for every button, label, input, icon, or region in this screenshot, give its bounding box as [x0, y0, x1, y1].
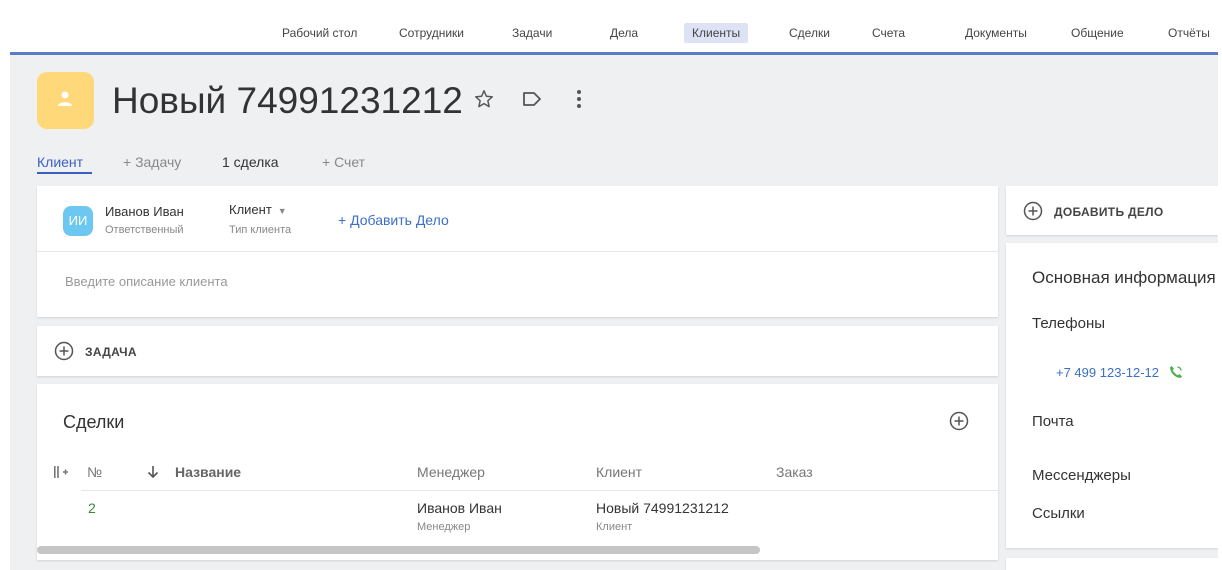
tab-add-task[interactable]: + Задачу [123, 153, 181, 171]
divider [81, 490, 998, 491]
links-label: Ссылки [1032, 505, 1085, 522]
active-tab-indicator [37, 172, 92, 174]
horizontal-scrollbar[interactable] [37, 546, 760, 554]
responsible-name[interactable]: Иванов Иван [105, 204, 184, 219]
nav-item-cases[interactable]: Дела [610, 25, 638, 41]
column-settings-icon[interactable] [53, 465, 69, 479]
main-info-title: Основная информация [1032, 268, 1216, 287]
deal-manager-label: Менеджер [417, 521, 471, 533]
nav-item-deals[interactable]: Сделки [789, 25, 830, 41]
nav-item-employees[interactable]: Сотрудники [399, 25, 464, 41]
sort-arrow-down-icon[interactable] [147, 465, 159, 479]
client-description-input[interactable]: Введите описание клиента [65, 274, 228, 289]
nav-item-desktop[interactable]: Рабочий стол [282, 25, 357, 41]
nav-item-reports[interactable]: Отчёты [1168, 25, 1210, 41]
nav-item-tasks[interactable]: Задачи [512, 25, 552, 41]
phones-label: Телефоны [1032, 315, 1106, 332]
task-card[interactable]: ЗАДАЧА [37, 326, 998, 376]
main-info-card: Основная информация Телефоны +7 499 123-… [1006, 243, 1218, 548]
column-header-manager[interactable]: Менеджер [417, 464, 485, 480]
email-label: Почта [1032, 413, 1074, 430]
sidebar-card [1006, 558, 1218, 570]
divider [37, 251, 998, 252]
deal-number[interactable]: 2 [88, 500, 96, 516]
nav-item-clients[interactable]: Клиенты [684, 23, 749, 43]
tab-add-invoice[interactable]: + Счет [322, 153, 365, 171]
more-vert-icon[interactable] [575, 88, 583, 110]
tab-deals[interactable]: 1 сделка [222, 153, 279, 171]
column-header-name[interactable]: Название [175, 464, 241, 480]
nav-item-communication[interactable]: Общение [1071, 25, 1124, 41]
add-task-button[interactable]: ЗАДАЧА [85, 345, 137, 359]
client-header: Новый 74991231212 [10, 58, 1218, 183]
nav-item-invoices[interactable]: Счета [872, 25, 905, 41]
top-navigation: Рабочий стол Сотрудники Задачи Дела Клие… [10, 10, 1218, 55]
add-circle-icon [1023, 201, 1043, 221]
deals-card: Сделки № Название Менеджер Клиент Заказ … [37, 384, 998, 560]
phone-call-icon[interactable] [1168, 364, 1184, 380]
deal-manager[interactable]: Иванов Иван [417, 500, 502, 516]
person-icon [58, 91, 72, 106]
client-avatar [37, 72, 94, 129]
add-case-card[interactable]: ДОБАВИТЬ ДЕЛО [1006, 186, 1218, 235]
nav-item-documents[interactable]: Документы [965, 25, 1027, 41]
client-type-value: Клиент [229, 202, 272, 217]
deal-client[interactable]: Новый 74991231212 [596, 500, 729, 516]
responsible-avatar[interactable]: ИИ [63, 206, 93, 236]
deals-title: Сделки [63, 412, 125, 432]
add-deal-icon[interactable] [949, 411, 969, 431]
column-header-number[interactable]: № [87, 464, 102, 480]
column-header-client[interactable]: Клиент [596, 464, 642, 480]
column-header-order[interactable]: Заказ [776, 464, 813, 480]
chevron-down-icon: ▼ [277, 206, 287, 216]
app-frame: Рабочий стол Сотрудники Задачи Дела Клие… [10, 10, 1218, 570]
add-case-link[interactable]: + Добавить Дело [338, 212, 449, 228]
messengers-label: Мессенджеры [1032, 467, 1131, 484]
add-case-button[interactable]: ДОБАВИТЬ ДЕЛО [1054, 205, 1164, 219]
deal-client-label: Клиент [596, 521, 633, 533]
client-main-card: ИИ Иванов Иван Ответственный Клиент ▼ Тип… [37, 186, 998, 317]
page-title: Новый 74991231212 [112, 80, 463, 121]
tag-icon[interactable] [522, 91, 542, 107]
client-type-label: Тип клиента [229, 224, 292, 236]
client-type-select[interactable]: Клиент ▼ [229, 202, 287, 217]
star-icon[interactable] [473, 88, 495, 110]
responsible-label: Ответственный [105, 224, 184, 236]
add-circle-icon [54, 341, 74, 361]
phone-link[interactable]: +7 499 123-12-12 [1056, 365, 1159, 380]
tab-client[interactable]: Клиент [37, 153, 83, 171]
